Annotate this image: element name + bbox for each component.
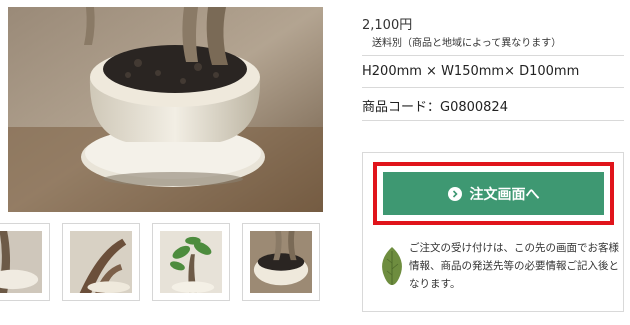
thumbnail-strip xyxy=(0,223,330,303)
leaf-icon xyxy=(379,245,405,287)
thumbnail-1[interactable] xyxy=(0,223,50,301)
price: 2,100円 xyxy=(362,18,413,33)
order-note: ご注文の受け付けは、この先の画面でお客様情報、商品の発送先等の必要情報ご記入後と… xyxy=(409,242,619,290)
divider xyxy=(362,55,624,56)
chevron-right-circle-icon xyxy=(447,186,462,201)
product-dimensions: H200mm × W150mm× D100mm xyxy=(362,64,580,79)
thumbnail-2[interactable] xyxy=(62,223,140,301)
divider xyxy=(362,87,624,88)
order-button-label: 注文画面へ xyxy=(469,186,540,203)
thumbnail-4[interactable] xyxy=(242,223,320,301)
main-product-image xyxy=(8,7,323,212)
shipping-note: 送料別（商品と地域によって異なります） xyxy=(372,38,562,49)
order-button-highlight: 注文画面へ xyxy=(373,162,614,225)
thumbnail-3[interactable] xyxy=(152,223,230,301)
order-box: 注文画面へ ご注文の受け付けは、この先の画面でお客様情報、商品の発送先等の必要情… xyxy=(362,152,624,312)
divider xyxy=(362,120,624,121)
order-button[interactable]: 注文画面へ xyxy=(383,172,604,215)
product-code: 商品コード：G0800824 xyxy=(362,100,508,115)
